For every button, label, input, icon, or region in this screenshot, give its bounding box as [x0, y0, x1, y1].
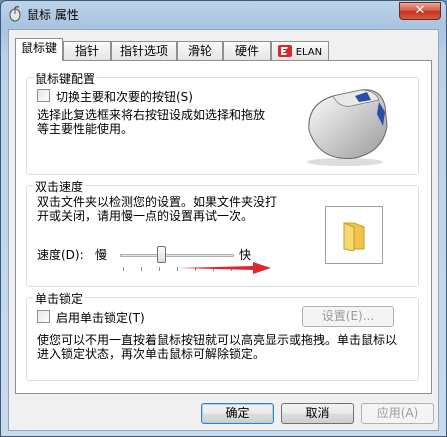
tab-label: 指针: [74, 44, 99, 58]
tab-label: ELAN: [295, 47, 323, 58]
mouse-illustration-icon: [307, 89, 388, 166]
dialog-client: 鼠标键 指针 指针选项 滑轮 硬件 ELAN 鼠标键配置 切换主要和次要的按钮(…: [8, 29, 439, 431]
mouse-icon: [9, 6, 21, 22]
button-config-group: 鼠标键配置 切换主要和次要的按钮(S) 选择此复选框来将右按钮设成如选择和拖放等…: [26, 70, 419, 175]
double-click-group: 双击速度 双击文件夹以检测您的设置。如果文件夹没打开或关闭，请用慢一点的设置再试…: [26, 178, 419, 287]
double-click-description: 双击文件夹以检测您的设置。如果文件夹没打开或关闭，请用慢一点的设置再试一次。: [37, 195, 278, 223]
title-bar[interactable]: 鼠标 属性 ✕: [1, 1, 446, 27]
switch-buttons-label: 切换主要和次要的按钮(S): [56, 90, 193, 104]
folder-icon[interactable]: [340, 221, 368, 251]
enable-click-lock-label: 启用单击锁定(T): [56, 311, 145, 325]
enable-click-lock-checkbox[interactable]: [37, 310, 50, 323]
group-title: 鼠标键配置: [33, 70, 98, 87]
window-title: 鼠标 属性: [27, 8, 79, 22]
fast-label: 快: [239, 248, 252, 262]
button-config-description: 选择此复选框来将右按钮设成如选择和拖放等主要性能使用。: [37, 108, 266, 136]
group-title: 单击锁定: [33, 290, 86, 307]
slider-tick: [141, 267, 142, 271]
click-lock-group: 单击锁定 启用单击锁定(T) 设置(E)... 使您可以不用一直按着鼠标按钮就可…: [26, 290, 419, 381]
click-lock-settings-button[interactable]: 设置(E)...: [302, 306, 394, 327]
elan-logo-icon: [277, 45, 292, 57]
tab-label: 指针选项: [119, 44, 168, 58]
cancel-button[interactable]: 取消: [281, 403, 354, 424]
double-click-test-area[interactable]: [325, 206, 383, 264]
slider-tick: [159, 267, 160, 271]
close-button[interactable]: ✕: [399, 2, 441, 20]
switch-buttons-checkbox[interactable]: [37, 89, 50, 102]
tab-pointers[interactable]: 指针: [63, 41, 111, 60]
tab-label: 鼠标键: [20, 41, 57, 55]
group-title: 双击速度: [33, 178, 86, 195]
speed-slider-track[interactable]: [120, 254, 234, 257]
mouse-properties-window: 鼠标 属性 ✕ 鼠标键 指针 指针选项 滑轮 硬件 ELAN 鼠标键配置 切换主…: [0, 0, 447, 437]
speed-label: 速度(D):: [37, 248, 84, 262]
tab-label: 滑轮: [187, 44, 212, 58]
tab-buttons[interactable]: 鼠标键: [15, 38, 63, 61]
tab-hardware[interactable]: 硬件: [223, 41, 271, 60]
tab-wheel[interactable]: 滑轮: [177, 41, 223, 60]
click-lock-description: 使您可以不用一直按着鼠标按钮就可以高亮显示或拖拽。单击鼠标以进入锁定状态，再次单…: [37, 333, 398, 361]
ok-button[interactable]: 确定: [201, 403, 274, 424]
tab-elan[interactable]: ELAN: [271, 41, 329, 60]
speed-slider-thumb[interactable]: [157, 246, 167, 263]
slow-label: 慢: [95, 248, 108, 262]
tab-panel: 鼠标键配置 切换主要和次要的按钮(S) 选择此复选框来将右按钮设成如选择和拖放等…: [15, 60, 432, 394]
slider-tick: [123, 267, 124, 271]
red-arrow-icon: [179, 262, 271, 274]
apply-button[interactable]: 应用(A): [361, 403, 434, 424]
tab-pointer-options[interactable]: 指针选项: [111, 41, 177, 60]
tab-label: 硬件: [234, 44, 259, 58]
slider-tick: [177, 267, 178, 271]
